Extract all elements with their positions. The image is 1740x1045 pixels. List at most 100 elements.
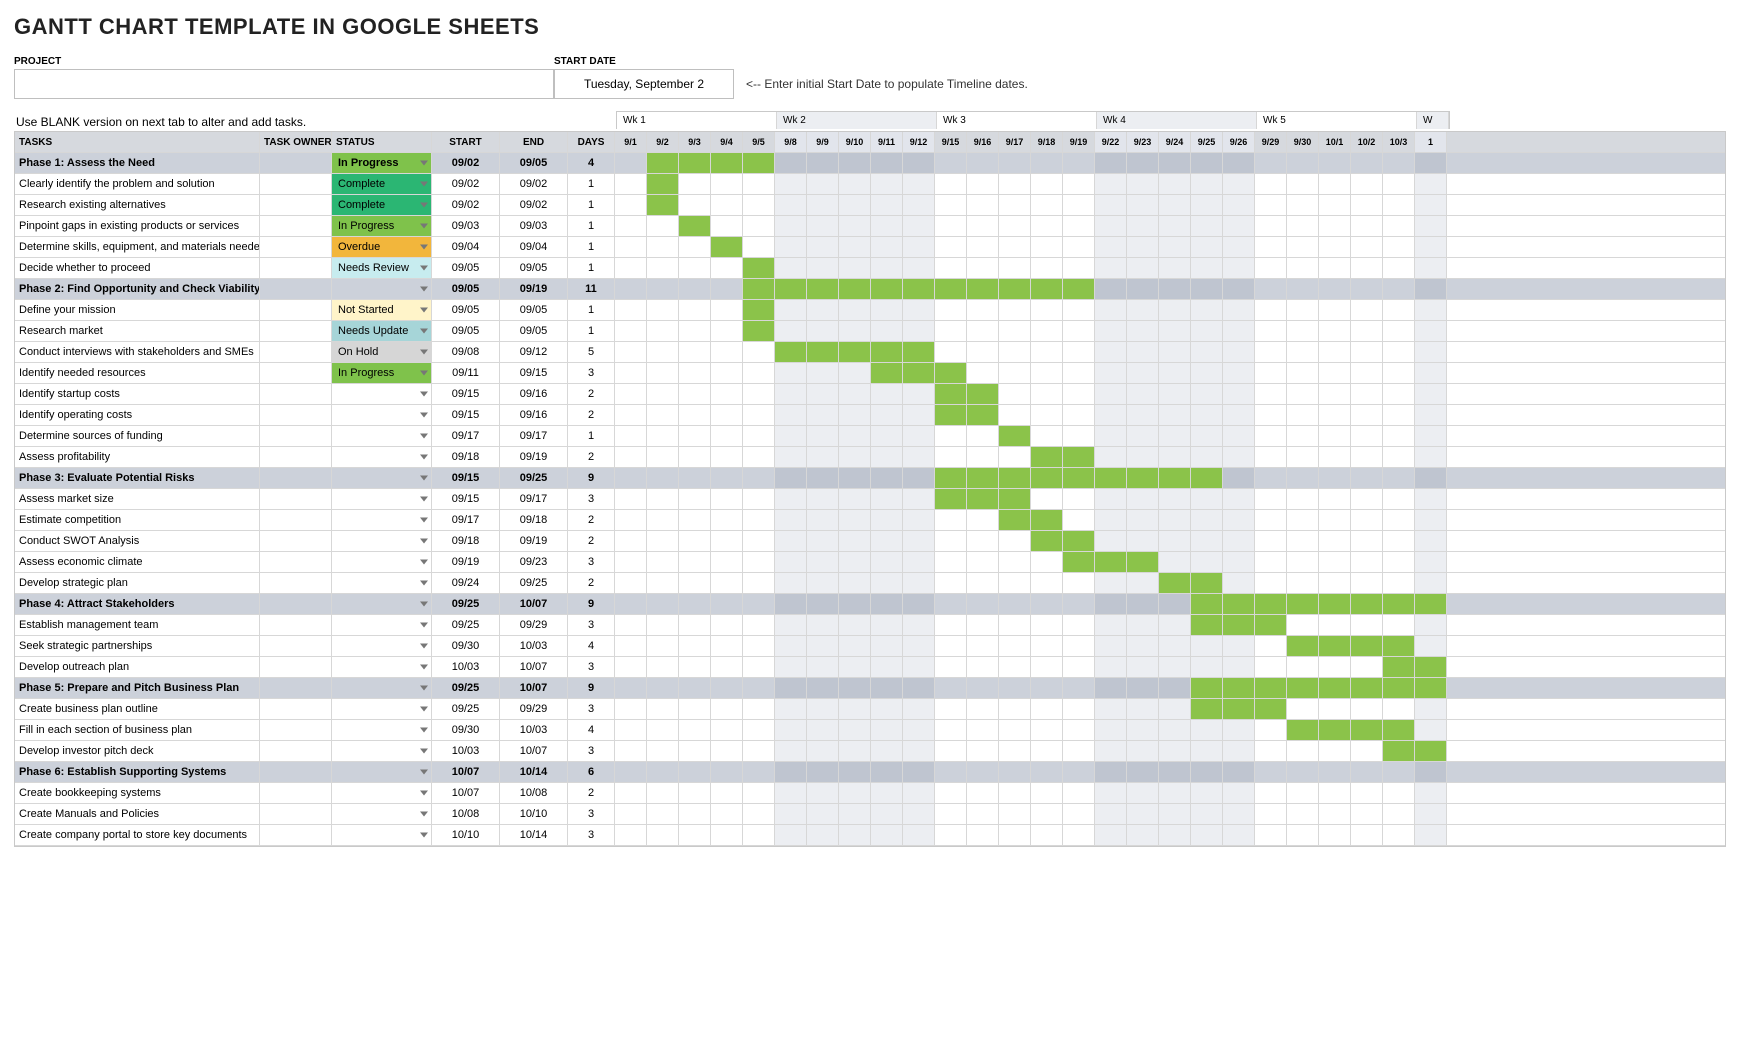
- chevron-down-icon[interactable]: [420, 749, 428, 754]
- status-chip[interactable]: [332, 678, 431, 698]
- status-chip[interactable]: [332, 531, 431, 551]
- chevron-down-icon[interactable]: [420, 581, 428, 586]
- task-owner-cell[interactable]: [260, 363, 332, 383]
- start-cell[interactable]: 09/25: [432, 678, 500, 698]
- end-cell[interactable]: 10/03: [500, 636, 568, 656]
- status-chip[interactable]: [332, 447, 431, 467]
- start-cell[interactable]: 09/25: [432, 594, 500, 614]
- days-cell[interactable]: 1: [568, 195, 615, 215]
- status-cell[interactable]: [332, 531, 432, 551]
- task-name-cell[interactable]: Conduct SWOT Analysis: [15, 531, 260, 551]
- end-cell[interactable]: 09/02: [500, 195, 568, 215]
- status-chip[interactable]: [332, 783, 431, 803]
- status-cell[interactable]: [332, 783, 432, 803]
- task-name-cell[interactable]: Seek strategic partnerships: [15, 636, 260, 656]
- task-owner-cell[interactable]: [260, 657, 332, 677]
- end-cell[interactable]: 09/25: [500, 573, 568, 593]
- task-name-cell[interactable]: Phase 3: Evaluate Potential Risks: [15, 468, 260, 488]
- task-name-cell[interactable]: Assess profitability: [15, 447, 260, 467]
- status-cell[interactable]: Complete: [332, 195, 432, 215]
- start-cell[interactable]: 09/02: [432, 153, 500, 173]
- task-owner-cell[interactable]: [260, 342, 332, 362]
- chevron-down-icon[interactable]: [420, 686, 428, 691]
- status-chip[interactable]: [332, 804, 431, 824]
- task-owner-cell[interactable]: [260, 216, 332, 236]
- days-cell[interactable]: 9: [568, 678, 615, 698]
- start-cell[interactable]: 09/02: [432, 195, 500, 215]
- chevron-down-icon[interactable]: [420, 476, 428, 481]
- status-cell[interactable]: [332, 405, 432, 425]
- days-cell[interactable]: 1: [568, 300, 615, 320]
- task-owner-cell[interactable]: [260, 552, 332, 572]
- status-cell[interactable]: [332, 279, 432, 299]
- task-name-cell[interactable]: Phase 1: Assess the Need: [15, 153, 260, 173]
- chevron-down-icon[interactable]: [420, 539, 428, 544]
- status-chip[interactable]: Complete: [332, 195, 431, 215]
- chevron-down-icon[interactable]: [420, 728, 428, 733]
- start-cell[interactable]: 09/11: [432, 363, 500, 383]
- task-name-cell[interactable]: Phase 5: Prepare and Pitch Business Plan: [15, 678, 260, 698]
- status-chip[interactable]: Needs Update: [332, 321, 431, 341]
- task-name-cell[interactable]: Define your mission: [15, 300, 260, 320]
- end-cell[interactable]: 09/19: [500, 531, 568, 551]
- days-cell[interactable]: 2: [568, 384, 615, 404]
- status-chip[interactable]: Not Started: [332, 300, 431, 320]
- end-cell[interactable]: 09/15: [500, 363, 568, 383]
- days-cell[interactable]: 3: [568, 741, 615, 761]
- status-chip[interactable]: [332, 279, 431, 299]
- chevron-down-icon[interactable]: [420, 350, 428, 355]
- task-owner-cell[interactable]: [260, 468, 332, 488]
- start-cell[interactable]: 09/30: [432, 636, 500, 656]
- task-owner-cell[interactable]: [260, 300, 332, 320]
- start-cell[interactable]: 10/08: [432, 804, 500, 824]
- end-cell[interactable]: 09/05: [500, 321, 568, 341]
- chevron-down-icon[interactable]: [420, 161, 428, 166]
- days-cell[interactable]: 1: [568, 174, 615, 194]
- chevron-down-icon[interactable]: [420, 623, 428, 628]
- start-cell[interactable]: 09/30: [432, 720, 500, 740]
- end-cell[interactable]: 09/04: [500, 237, 568, 257]
- status-chip[interactable]: In Progress: [332, 216, 431, 236]
- start-cell[interactable]: 10/07: [432, 762, 500, 782]
- task-name-cell[interactable]: Clearly identify the problem and solutio…: [15, 174, 260, 194]
- days-cell[interactable]: 11: [568, 279, 615, 299]
- status-chip[interactable]: [332, 552, 431, 572]
- task-name-cell[interactable]: Decide whether to proceed: [15, 258, 260, 278]
- task-name-cell[interactable]: Establish management team: [15, 615, 260, 635]
- chevron-down-icon[interactable]: [420, 371, 428, 376]
- days-cell[interactable]: 3: [568, 699, 615, 719]
- end-cell[interactable]: 10/14: [500, 825, 568, 845]
- days-cell[interactable]: 3: [568, 363, 615, 383]
- end-cell[interactable]: 09/05: [500, 153, 568, 173]
- chevron-down-icon[interactable]: [420, 308, 428, 313]
- task-name-cell[interactable]: Determine sources of funding: [15, 426, 260, 446]
- end-cell[interactable]: 09/12: [500, 342, 568, 362]
- task-name-cell[interactable]: Estimate competition: [15, 510, 260, 530]
- status-cell[interactable]: [332, 720, 432, 740]
- task-owner-cell[interactable]: [260, 489, 332, 509]
- task-owner-cell[interactable]: [260, 153, 332, 173]
- status-chip[interactable]: [332, 510, 431, 530]
- task-owner-cell[interactable]: [260, 699, 332, 719]
- days-cell[interactable]: 2: [568, 447, 615, 467]
- chevron-down-icon[interactable]: [420, 224, 428, 229]
- status-cell[interactable]: Overdue: [332, 237, 432, 257]
- end-cell[interactable]: 09/25: [500, 468, 568, 488]
- task-owner-cell[interactable]: [260, 825, 332, 845]
- task-name-cell[interactable]: Research existing alternatives: [15, 195, 260, 215]
- status-chip[interactable]: [332, 594, 431, 614]
- task-name-cell[interactable]: Determine skills, equipment, and materia…: [15, 237, 260, 257]
- chevron-down-icon[interactable]: [420, 413, 428, 418]
- status-chip[interactable]: Overdue: [332, 237, 431, 257]
- status-cell[interactable]: [332, 699, 432, 719]
- status-cell[interactable]: [332, 552, 432, 572]
- days-cell[interactable]: 3: [568, 552, 615, 572]
- days-cell[interactable]: 1: [568, 258, 615, 278]
- start-cell[interactable]: 09/05: [432, 321, 500, 341]
- chevron-down-icon[interactable]: [420, 434, 428, 439]
- task-name-cell[interactable]: Phase 4: Attract Stakeholders: [15, 594, 260, 614]
- chevron-down-icon[interactable]: [420, 602, 428, 607]
- task-owner-cell[interactable]: [260, 741, 332, 761]
- end-cell[interactable]: 09/19: [500, 279, 568, 299]
- task-owner-cell[interactable]: [260, 195, 332, 215]
